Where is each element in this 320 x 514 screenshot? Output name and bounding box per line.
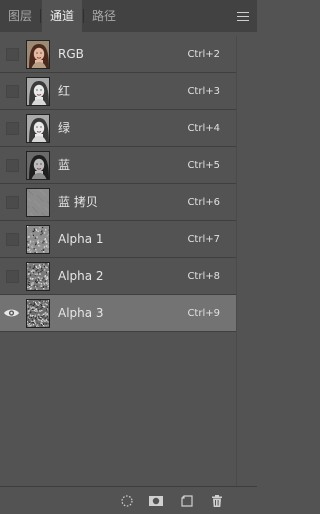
- channel-name: 蓝: [58, 158, 71, 172]
- channel-shortcut: Ctrl+2: [187, 49, 220, 60]
- channel-name: Alpha 1: [58, 232, 104, 246]
- new-channel-icon[interactable]: [180, 494, 194, 508]
- load-selection-icon[interactable]: [120, 494, 134, 508]
- tab-divider: [40, 9, 41, 23]
- channel-shortcut: Ctrl+5: [187, 160, 220, 171]
- channels-panel: 图层 通道 路径 RGB Ctrl+2 红 Ctrl+3 绿 Ctrl+4 蓝 …: [0, 0, 257, 514]
- channel-thumbnail: [26, 299, 50, 328]
- channel-list: RGB Ctrl+2 红 Ctrl+3 绿 Ctrl+4 蓝 Ctrl+5 蓝 …: [0, 36, 236, 332]
- tab-channels[interactable]: 通道: [42, 0, 82, 32]
- channel-name: RGB: [58, 47, 84, 61]
- channel-thumbnail: [26, 188, 50, 217]
- panel-menu-icon[interactable]: [237, 12, 249, 21]
- channel-row[interactable]: Alpha 3 Ctrl+9: [0, 295, 236, 332]
- channel-shortcut: Ctrl+4: [187, 123, 220, 134]
- visibility-toggle[interactable]: [6, 48, 19, 61]
- channel-row[interactable]: 绿 Ctrl+4: [0, 110, 236, 147]
- channel-thumbnail: [26, 151, 50, 180]
- visibility-toggle[interactable]: [6, 270, 19, 283]
- tab-layers-label: 图层: [7, 9, 32, 23]
- visibility-toggle[interactable]: [6, 85, 19, 98]
- eye-icon: [4, 309, 19, 317]
- channel-thumbnail: [26, 40, 50, 69]
- channel-name: 蓝 拷贝: [58, 195, 98, 209]
- tab-paths[interactable]: 路径: [84, 0, 124, 32]
- channel-row[interactable]: 蓝 拷贝 Ctrl+6: [0, 184, 236, 221]
- visibility-toggle[interactable]: [6, 122, 19, 135]
- channel-row[interactable]: RGB Ctrl+2: [0, 36, 236, 73]
- channel-shortcut: Ctrl+7: [187, 234, 220, 245]
- visibility-toggle[interactable]: [6, 159, 19, 172]
- channel-name: Alpha 3: [58, 306, 104, 320]
- tab-layers[interactable]: 图层: [0, 0, 40, 32]
- channel-shortcut: Ctrl+6: [187, 197, 220, 208]
- channel-shortcut: Ctrl+8: [187, 271, 220, 282]
- channel-thumbnail: [26, 225, 50, 254]
- visibility-toggle[interactable]: [6, 233, 19, 246]
- panel-footer-toolbar: [0, 486, 257, 514]
- scrollbar-track[interactable]: [236, 36, 257, 486]
- save-selection-mask-icon[interactable]: [148, 494, 164, 508]
- channel-name: 红: [58, 84, 71, 98]
- channel-row[interactable]: Alpha 2 Ctrl+8: [0, 258, 236, 295]
- channel-shortcut: Ctrl+3: [187, 86, 220, 97]
- delete-channel-icon[interactable]: [210, 494, 224, 508]
- tab-paths-label: 路径: [91, 9, 116, 23]
- visibility-toggle[interactable]: [6, 196, 19, 209]
- panel-tab-bar: 图层 通道 路径: [0, 0, 257, 32]
- channel-name: 绿: [58, 121, 71, 135]
- tab-channels-label: 通道: [49, 9, 74, 23]
- channel-row[interactable]: Alpha 1 Ctrl+7: [0, 221, 236, 258]
- channel-thumbnail: [26, 77, 50, 106]
- channel-row[interactable]: 红 Ctrl+3: [0, 73, 236, 110]
- channel-thumbnail: [26, 114, 50, 143]
- channel-row[interactable]: 蓝 Ctrl+5: [0, 147, 236, 184]
- channel-shortcut: Ctrl+9: [187, 308, 220, 319]
- channel-name: Alpha 2: [58, 269, 104, 283]
- channel-thumbnail: [26, 262, 50, 291]
- visibility-toggle[interactable]: [4, 307, 19, 320]
